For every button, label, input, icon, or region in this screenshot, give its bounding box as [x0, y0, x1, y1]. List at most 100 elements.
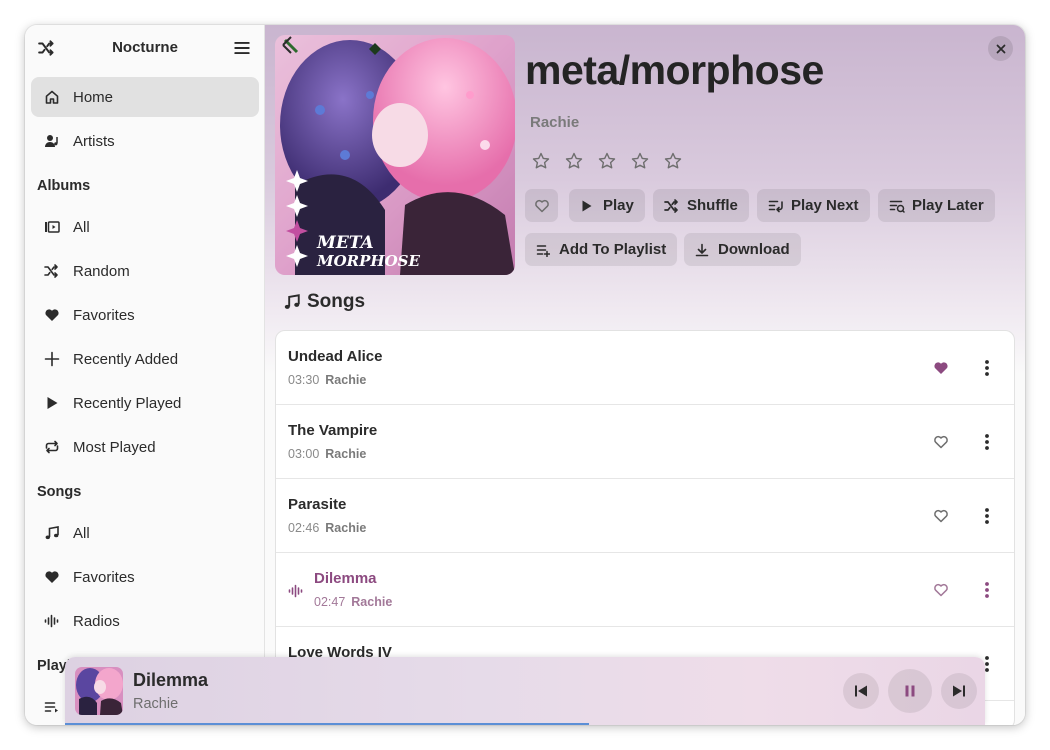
home-icon	[43, 88, 61, 106]
heart-outline-icon[interactable]	[933, 434, 949, 450]
star-icon[interactable]	[531, 151, 551, 171]
music-note-icon	[284, 294, 300, 309]
song-title: Undead Alice	[288, 348, 383, 365]
heart-outline-icon	[534, 199, 549, 212]
cover-title-line1: META	[316, 233, 374, 253]
add-to-playlist-button[interactable]: Add To Playlist	[525, 233, 678, 266]
play-later-button-label: Play Later	[912, 197, 984, 214]
song-artist[interactable]: Rachie	[325, 447, 366, 461]
song-artist[interactable]: Rachie	[325, 521, 366, 535]
sidebar-item-albums-all[interactable]: All	[31, 207, 259, 247]
more-options-icon[interactable]	[980, 507, 994, 525]
sidebar-item-albums-recently-played[interactable]: Recently Played	[31, 383, 259, 423]
sidebar-item-label: Random	[73, 262, 130, 280]
skip-next-icon	[953, 685, 965, 697]
heart-outline-icon[interactable]	[933, 582, 949, 598]
previous-button[interactable]	[843, 673, 879, 709]
sidebar-item-albums-favorites[interactable]: Favorites	[31, 295, 259, 335]
repeat-icon	[43, 438, 61, 456]
song-artist[interactable]: Rachie	[325, 373, 366, 387]
section-albums: Albums	[37, 178, 91, 194]
play-next-button[interactable]: Play Next	[757, 189, 870, 222]
close-button[interactable]	[988, 36, 1013, 61]
sidebar-item-songs-all[interactable]: All	[31, 513, 259, 553]
sidebar-item-albums-recently-added[interactable]: Recently Added	[31, 339, 259, 379]
playback-progress-fill	[65, 723, 590, 725]
album-title: meta/morphose	[525, 47, 824, 93]
song-meta: 03:00 Rachie	[288, 447, 366, 461]
sidebar-item-label: Favorites	[73, 306, 135, 324]
sidebar-item-label: Home	[73, 88, 114, 106]
artist-icon	[43, 132, 61, 150]
sidebar-item-songs-favorites[interactable]: Favorites	[31, 557, 259, 597]
song-row-playing[interactable]: Dilemma 02:47 Rachie	[276, 553, 1014, 627]
playback-progress[interactable]	[65, 723, 985, 725]
shuffle-icon	[43, 262, 61, 280]
star-icon[interactable]	[597, 151, 617, 171]
menu-icon[interactable]	[233, 39, 251, 57]
play-button-label: Play	[603, 197, 634, 214]
play-button[interactable]: Play	[569, 189, 645, 222]
more-options-icon[interactable]	[980, 359, 994, 377]
cover-title-line2: MORPHOSE	[316, 252, 420, 270]
rating-stars[interactable]	[531, 151, 683, 171]
heart-icon	[43, 306, 61, 324]
star-icon[interactable]	[663, 151, 683, 171]
song-meta: 02:46 Rachie	[288, 521, 366, 535]
now-playing-title[interactable]: Dilemma	[133, 670, 208, 691]
sidebar-item-label: Radios	[73, 612, 120, 630]
sidebar-item-artists[interactable]: Artists	[31, 121, 259, 161]
now-playing-artist[interactable]: Rachie	[133, 696, 178, 712]
heart-outline-icon[interactable]	[933, 508, 949, 524]
song-row[interactable]: Undead Alice 03:30 Rachie	[276, 331, 1014, 405]
songs-heading-label: Songs	[307, 291, 366, 312]
sidebar-item-label: All	[73, 524, 90, 542]
sidebar-item-label: Artists	[73, 132, 115, 150]
star-icon[interactable]	[564, 151, 584, 171]
song-meta: 02:47 Rachie	[314, 595, 392, 609]
play-next-button-label: Play Next	[791, 197, 859, 214]
now-playing-wave-icon	[288, 584, 303, 598]
sidebar-item-label: Most Played	[73, 438, 156, 456]
play-later-button[interactable]: Play Later	[878, 189, 995, 222]
sidebar-item-songs-radios[interactable]: Radios	[31, 601, 259, 641]
song-artist[interactable]: Rachie	[351, 595, 392, 609]
heart-icon	[43, 568, 61, 586]
add-to-playlist-icon	[536, 242, 552, 258]
now-playing-cover	[75, 667, 123, 715]
song-row[interactable]: The Vampire 03:00 Rachie	[276, 405, 1014, 479]
now-playing-bar[interactable]: Dilemma Rachie	[65, 657, 985, 725]
play-next-icon	[768, 198, 784, 214]
shuffle-button-label: Shuffle	[687, 197, 738, 214]
next-button[interactable]	[941, 673, 977, 709]
shuffle-button[interactable]: Shuffle	[653, 189, 749, 222]
song-meta: 03:30 Rachie	[288, 373, 366, 387]
download-button[interactable]: Download	[684, 233, 801, 266]
playlist-icon	[43, 698, 61, 716]
plus-icon	[43, 350, 61, 368]
sidebar-item-home[interactable]: Home	[31, 77, 259, 117]
song-duration: 02:46	[288, 521, 320, 535]
song-duration: 03:30	[288, 373, 320, 387]
heart-filled-icon[interactable]	[933, 360, 949, 376]
section-songs: Songs	[37, 484, 82, 500]
sidebar-item-label: All	[73, 218, 90, 236]
album-cover: META MORPHOSE	[275, 35, 515, 275]
sidebar-item-albums-random[interactable]: Random	[31, 251, 259, 291]
sidebar-item-label: Recently Played	[73, 394, 182, 412]
favorite-album-button[interactable]	[525, 189, 558, 222]
pause-button[interactable]	[888, 669, 932, 713]
songs-heading: Songs	[283, 291, 365, 313]
song-title: Parasite	[288, 496, 347, 513]
star-icon[interactable]	[630, 151, 650, 171]
more-options-icon[interactable]	[980, 581, 994, 599]
more-options-icon[interactable]	[980, 433, 994, 451]
album-artist-link[interactable]: Rachie	[530, 114, 579, 131]
song-title: Dilemma	[314, 570, 377, 587]
sidebar-item-albums-most-played[interactable]: Most Played	[31, 427, 259, 467]
download-icon	[695, 242, 711, 258]
skip-previous-icon	[855, 685, 867, 697]
music-note-icon	[43, 524, 61, 542]
play-icon	[43, 394, 61, 412]
song-row[interactable]: Parasite 02:46 Rachie	[276, 479, 1014, 553]
